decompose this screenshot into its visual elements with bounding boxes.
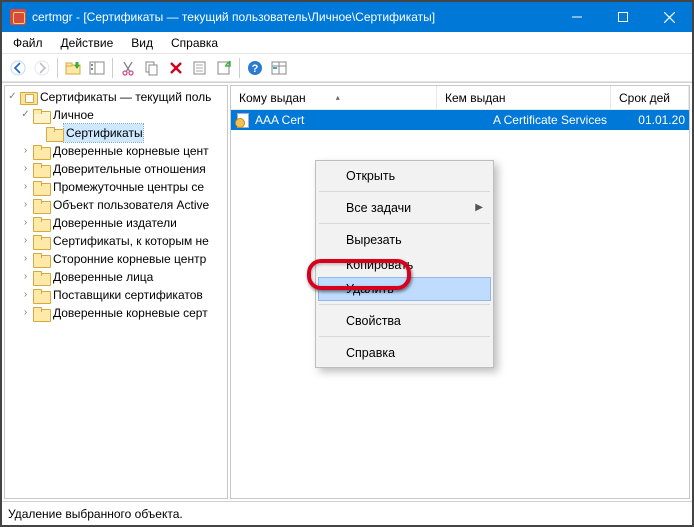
tree-root[interactable]: ✓Сертификаты — текущий поль (5, 88, 227, 106)
minimize-button[interactable] (554, 2, 600, 32)
close-button[interactable] (646, 2, 692, 32)
menubar: Файл Действие Вид Справка (2, 32, 692, 54)
sort-asc-icon: ▴ (336, 93, 340, 102)
menu-action[interactable]: Действие (52, 34, 123, 52)
show-tree-button[interactable] (85, 56, 109, 80)
ctx-copy[interactable]: Копировать (318, 252, 491, 277)
tree-personal[interactable]: ✓Личное (5, 106, 227, 124)
menu-help[interactable]: Справка (162, 34, 227, 52)
tree-item[interactable]: ›Объект пользователя Active (5, 196, 227, 214)
up-button[interactable] (61, 56, 85, 80)
tree-item[interactable]: ›Сторонние корневые центр (5, 250, 227, 268)
tree-certificates[interactable]: Сертификаты (5, 124, 227, 142)
help-button[interactable]: ? (243, 56, 267, 80)
col-issued-to[interactable]: Кому выдан▴ (231, 86, 437, 109)
ctx-all-tasks[interactable]: Все задачи▶ (318, 195, 491, 220)
tree-item[interactable]: ›Поставщики сертификатов (5, 286, 227, 304)
menu-view[interactable]: Вид (122, 34, 162, 52)
tree-item[interactable]: ›Доверенные корневые цент (5, 142, 227, 160)
ctx-properties[interactable]: Свойства (318, 308, 491, 333)
col-issued-by[interactable]: Кем выдан (437, 86, 611, 109)
window-title: certmgr - [Сертификаты — текущий пользов… (32, 10, 554, 24)
cut-button[interactable] (116, 56, 140, 80)
copy-button[interactable] (140, 56, 164, 80)
views-button[interactable] (267, 56, 291, 80)
context-menu: Открыть Все задачи▶ Вырезать Копировать … (315, 160, 494, 368)
back-button[interactable] (6, 56, 30, 80)
tree-item[interactable]: ›Промежуточные центры се (5, 178, 227, 196)
export-button[interactable] (212, 56, 236, 80)
tree-item[interactable]: ›Доверительные отношения (5, 160, 227, 178)
tree-item[interactable]: ›Доверенные корневые серт (5, 304, 227, 322)
toolbar: ? (2, 54, 692, 82)
maximize-button[interactable] (600, 2, 646, 32)
delete-button[interactable] (164, 56, 188, 80)
tree-item[interactable]: ›Сертификаты, к которым не (5, 232, 227, 250)
list-row[interactable]: AAA Cert A Certificate Services 01.01.20 (231, 110, 689, 130)
certificate-icon (235, 112, 251, 128)
forward-button[interactable] (30, 56, 54, 80)
properties-button[interactable] (188, 56, 212, 80)
app-icon (10, 9, 26, 25)
ctx-open[interactable]: Открыть (318, 163, 491, 188)
ctx-cut[interactable]: Вырезать (318, 227, 491, 252)
ctx-delete[interactable]: Удалить (318, 277, 491, 301)
tree-item[interactable]: ›Доверенные лица (5, 268, 227, 286)
col-expires[interactable]: Срок дей (611, 86, 689, 109)
status-bar: Удаление выбранного объекта. (2, 501, 692, 525)
list-header: Кому выдан▴ Кем выдан Срок дей (231, 86, 689, 110)
tree-item[interactable]: ›Доверенные издатели (5, 214, 227, 232)
svg-text:?: ? (252, 63, 259, 75)
submenu-arrow-icon: ▶ (475, 202, 483, 213)
ctx-help[interactable]: Справка (318, 340, 491, 365)
menu-file[interactable]: Файл (4, 34, 52, 52)
tree-panel[interactable]: ✓Сертификаты — текущий поль ✓Личное Серт… (4, 85, 228, 499)
